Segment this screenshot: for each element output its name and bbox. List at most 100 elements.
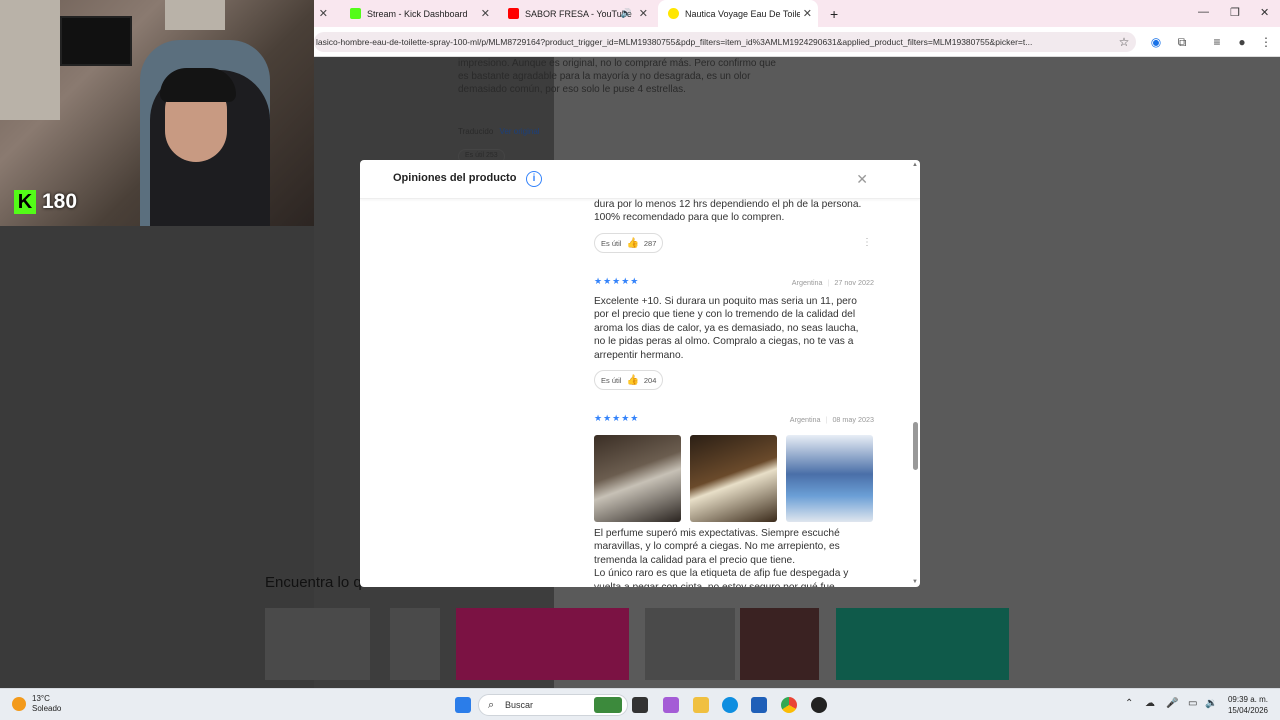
- rating-stars: ★★★★★: [594, 413, 640, 423]
- brand-logo-bioscents[interactable]: [836, 608, 1009, 680]
- review-photo[interactable]: [786, 435, 873, 522]
- useful-count: 253: [486, 152, 498, 159]
- close-tab-icon[interactable]: ✕: [481, 7, 490, 20]
- rating-stars: ★★★★★: [594, 276, 640, 286]
- network-icon[interactable]: ▭: [1188, 698, 1197, 709]
- close-window-icon[interactable]: ✕: [1260, 6, 1269, 19]
- info-icon[interactable]: i: [526, 171, 542, 187]
- speaker-icon[interactable]: 🔊: [621, 8, 632, 19]
- tab-label: Nautica Voyage Eau De Toilette: [685, 8, 800, 19]
- useful-label: Es útil: [601, 238, 622, 248]
- media-control-icon[interactable]: ≡: [1209, 34, 1225, 50]
- modal-header: Opiniones del producto i ✕: [360, 160, 920, 199]
- useful-count: 287: [643, 238, 657, 248]
- tab-partial[interactable]: ✕: [314, 0, 334, 27]
- sun-icon: [12, 697, 26, 711]
- restore-icon[interactable]: ❐: [1230, 6, 1240, 19]
- scrollbar-thumb[interactable]: [913, 422, 918, 470]
- windows-taskbar: 13°C Soleado ⌕ Buscar ⌃ ☁ 🎤 ▭ 🔉 09:39 a.…: [0, 688, 1280, 720]
- thumbs-up-icon: 👍: [626, 237, 639, 249]
- volume-icon[interactable]: 🔉: [1205, 698, 1217, 709]
- brand-logo-tii[interactable]: [390, 608, 440, 680]
- kick-logo-icon: K: [14, 190, 36, 214]
- product-reviews-modal: Opiniones del producto i ✕ dura por lo m…: [360, 160, 920, 587]
- weather-temp: 13°C: [32, 694, 50, 703]
- task-view-icon[interactable]: [632, 697, 648, 713]
- review-photo[interactable]: [594, 435, 681, 522]
- useful-count: 204: [643, 375, 657, 385]
- copilot-icon[interactable]: [663, 697, 679, 713]
- search-placeholder: Buscar: [505, 700, 534, 710]
- tab-label: Stream - Kick Dashboard: [367, 8, 468, 19]
- microphone-icon[interactable]: 🎤: [1166, 698, 1178, 709]
- streamer-hair: [160, 68, 236, 102]
- shelf: [0, 0, 60, 120]
- scroll-up-arrow-icon[interactable]: ▲: [912, 162, 918, 168]
- obs-icon[interactable]: [811, 697, 827, 713]
- profile-avatar-icon[interactable]: ●: [1234, 34, 1250, 50]
- translation-row: Traducido Ver original: [458, 127, 540, 136]
- tab-youtube[interactable]: SABOR FRESA - YouTube 🔊 ✕: [498, 0, 654, 27]
- useful-button[interactable]: Es útil 👍 204: [594, 370, 664, 390]
- start-windows-icon[interactable]: [455, 697, 471, 713]
- review-paragraph: El perfume superó mis expectativas. Siem…: [594, 528, 840, 566]
- brand-logo-afnan[interactable]: [265, 608, 370, 680]
- scroll-down-arrow-icon[interactable]: ▼: [912, 579, 918, 585]
- modal-title: Opiniones del producto: [393, 172, 517, 184]
- useful-button[interactable]: Es útil 👍 287: [594, 233, 664, 253]
- clock-date: 15/04/2026: [1227, 706, 1268, 715]
- review-country: Argentina: [789, 415, 821, 424]
- shelf: [165, 0, 225, 30]
- view-original-link[interactable]: Ver original: [500, 127, 540, 136]
- minimize-icon[interactable]: —: [1198, 6, 1209, 18]
- edge-browser-icon[interactable]: [722, 697, 738, 713]
- extension-sound-icon[interactable]: ◉: [1148, 34, 1164, 50]
- close-tab-icon[interactable]: ✕: [319, 7, 328, 20]
- file-explorer-icon[interactable]: [693, 697, 709, 713]
- close-tab-icon[interactable]: ✕: [803, 7, 812, 20]
- widgets-trees-icon[interactable]: [594, 697, 622, 713]
- extensions-puzzle-icon[interactable]: ⧉: [1174, 34, 1190, 50]
- review-photo[interactable]: [690, 435, 777, 522]
- review-meta: Argentina | 08 may 2023: [789, 415, 874, 424]
- brand-logo-andrea[interactable]: [645, 608, 735, 680]
- translation-label: Traducido: [458, 127, 494, 136]
- useful-label: Es útil: [465, 152, 485, 159]
- close-tab-icon[interactable]: ✕: [639, 7, 648, 20]
- review-date: 08 may 2023: [832, 415, 874, 424]
- store-icon[interactable]: [751, 697, 767, 713]
- tab-nautica[interactable]: Nautica Voyage Eau De Toilette ✕: [658, 0, 818, 27]
- chrome-icon[interactable]: [781, 697, 797, 713]
- review-text: dura por lo menos 12 hrs dependiendo el …: [594, 199, 862, 224]
- tab-bar: ✕ Stream - Kick Dashboard ✕ SABOR FRESA …: [314, 0, 1280, 27]
- brand-logo-store[interactable]: [740, 608, 819, 680]
- cloud-icon[interactable]: ☁: [1145, 698, 1155, 709]
- review-paragraph: Lo único raro es que la etiqueta de afip…: [594, 568, 849, 587]
- weather-widget[interactable]: 13°C Soleado: [12, 694, 61, 714]
- new-tab-button[interactable]: +: [820, 0, 840, 27]
- url-field[interactable]: lasico-hombre-eau-de-toilette-spray-100-…: [314, 32, 1136, 52]
- tray-overflow-icon[interactable]: ⌃: [1125, 698, 1133, 709]
- webcam-overlay: K 180: [0, 0, 314, 226]
- youtube-favicon-icon: [508, 8, 519, 19]
- bookmark-star-icon[interactable]: ☆: [1116, 34, 1132, 50]
- review-text: El perfume superó mis expectativas. Siem…: [594, 527, 870, 587]
- close-icon[interactable]: ✕: [856, 171, 868, 188]
- thumbs-up-icon: 👍: [626, 374, 639, 386]
- address-bar-row: lasico-hombre-eau-de-toilette-spray-100-…: [314, 27, 1280, 57]
- review-date: 27 nov 2022: [834, 278, 874, 287]
- review-meta: Argentina | 27 nov 2022: [791, 278, 874, 287]
- tab-kick-dashboard[interactable]: Stream - Kick Dashboard ✕: [340, 0, 496, 27]
- clock[interactable]: 09:39 a. m. 15/04/2026: [1228, 694, 1268, 716]
- tab-label: SABOR FRESA - YouTube: [525, 8, 632, 19]
- background-review-text: impresiono. Aunque es original, no lo co…: [458, 58, 776, 95]
- clock-time: 09:39 a. m.: [1227, 695, 1268, 704]
- useful-label: Es útil: [601, 375, 622, 385]
- more-options-icon[interactable]: ⋮: [862, 237, 872, 248]
- review-text: Excelente +10. Si durara un poquito mas …: [594, 296, 859, 361]
- mercadolibre-favicon-icon: [668, 8, 679, 19]
- menu-kebab-icon[interactable]: ⋮: [1258, 34, 1274, 50]
- brand-logo-cyzone[interactable]: [456, 608, 629, 680]
- weather-desc: Soleado: [32, 704, 62, 713]
- search-icon: ⌕: [488, 699, 495, 711]
